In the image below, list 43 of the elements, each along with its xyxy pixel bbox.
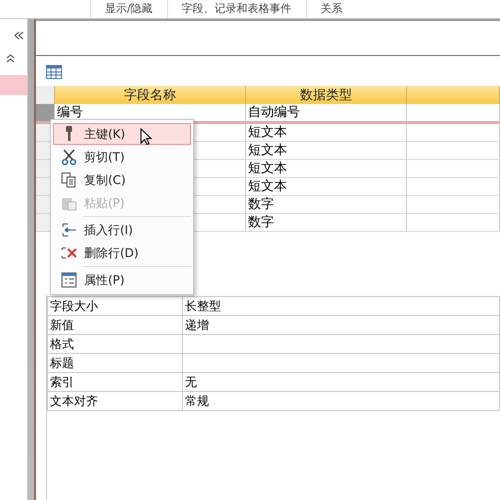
- data-type: 短文本: [248, 179, 287, 194]
- menu-item[interactable]: 插入行(I): [53, 219, 191, 241]
- ribbon-group-label: 字段、记录和表格事件: [166, 0, 306, 18]
- ribbon-group-label: 显示/隐藏: [90, 0, 167, 18]
- property-value: 无: [185, 374, 197, 388]
- menu-item[interactable]: 复制(C): [53, 169, 191, 191]
- column-header[interactable]: 数据类型: [246, 86, 406, 104]
- properties-icon: [61, 272, 77, 288]
- property-name: 格式: [50, 336, 74, 350]
- property-name: 新值: [50, 318, 74, 332]
- property-name: 标题: [50, 356, 74, 370]
- property-value: 长整型: [185, 298, 221, 312]
- menu-item[interactable]: 删除行(D): [53, 242, 191, 264]
- menu-item[interactable]: 属性(P): [53, 269, 191, 291]
- data-type: 数字: [248, 215, 274, 230]
- data-type: 短文本: [248, 161, 287, 176]
- data-type: 短文本: [248, 125, 287, 140]
- cursor-icon: [140, 128, 152, 146]
- key-icon: [64, 126, 74, 142]
- property-name: 字段大小: [50, 298, 98, 312]
- nav-item[interactable]: [0, 75, 27, 95]
- menu-item[interactable]: 剪切(T): [53, 146, 191, 168]
- data-type: 数字: [248, 197, 274, 212]
- table-icon: [46, 65, 62, 79]
- paste-icon: [61, 195, 77, 211]
- field-name: 编号: [57, 105, 83, 120]
- property-value: 常规: [185, 394, 209, 408]
- insert-row-icon: [61, 222, 77, 238]
- property-name: 索引: [50, 374, 74, 388]
- column-header[interactable]: 字段名称: [54, 86, 246, 104]
- menu-item[interactable]: 主键(K): [53, 123, 191, 145]
- ribbon-group-label: 关系: [306, 0, 357, 18]
- double-caret-icon[interactable]: [6, 54, 15, 63]
- delete-row-icon: [61, 245, 77, 261]
- corner-cell[interactable]: [36, 86, 54, 104]
- copy-icon: [61, 172, 77, 188]
- scissors-icon: [61, 149, 77, 165]
- row-selector[interactable]: [36, 104, 54, 122]
- collapse-icon[interactable]: [14, 31, 24, 40]
- property-name: 文本对齐: [50, 394, 98, 408]
- data-type: 短文本: [248, 143, 287, 158]
- property-value: 递增: [185, 318, 209, 332]
- data-type: 自动编号: [248, 105, 300, 120]
